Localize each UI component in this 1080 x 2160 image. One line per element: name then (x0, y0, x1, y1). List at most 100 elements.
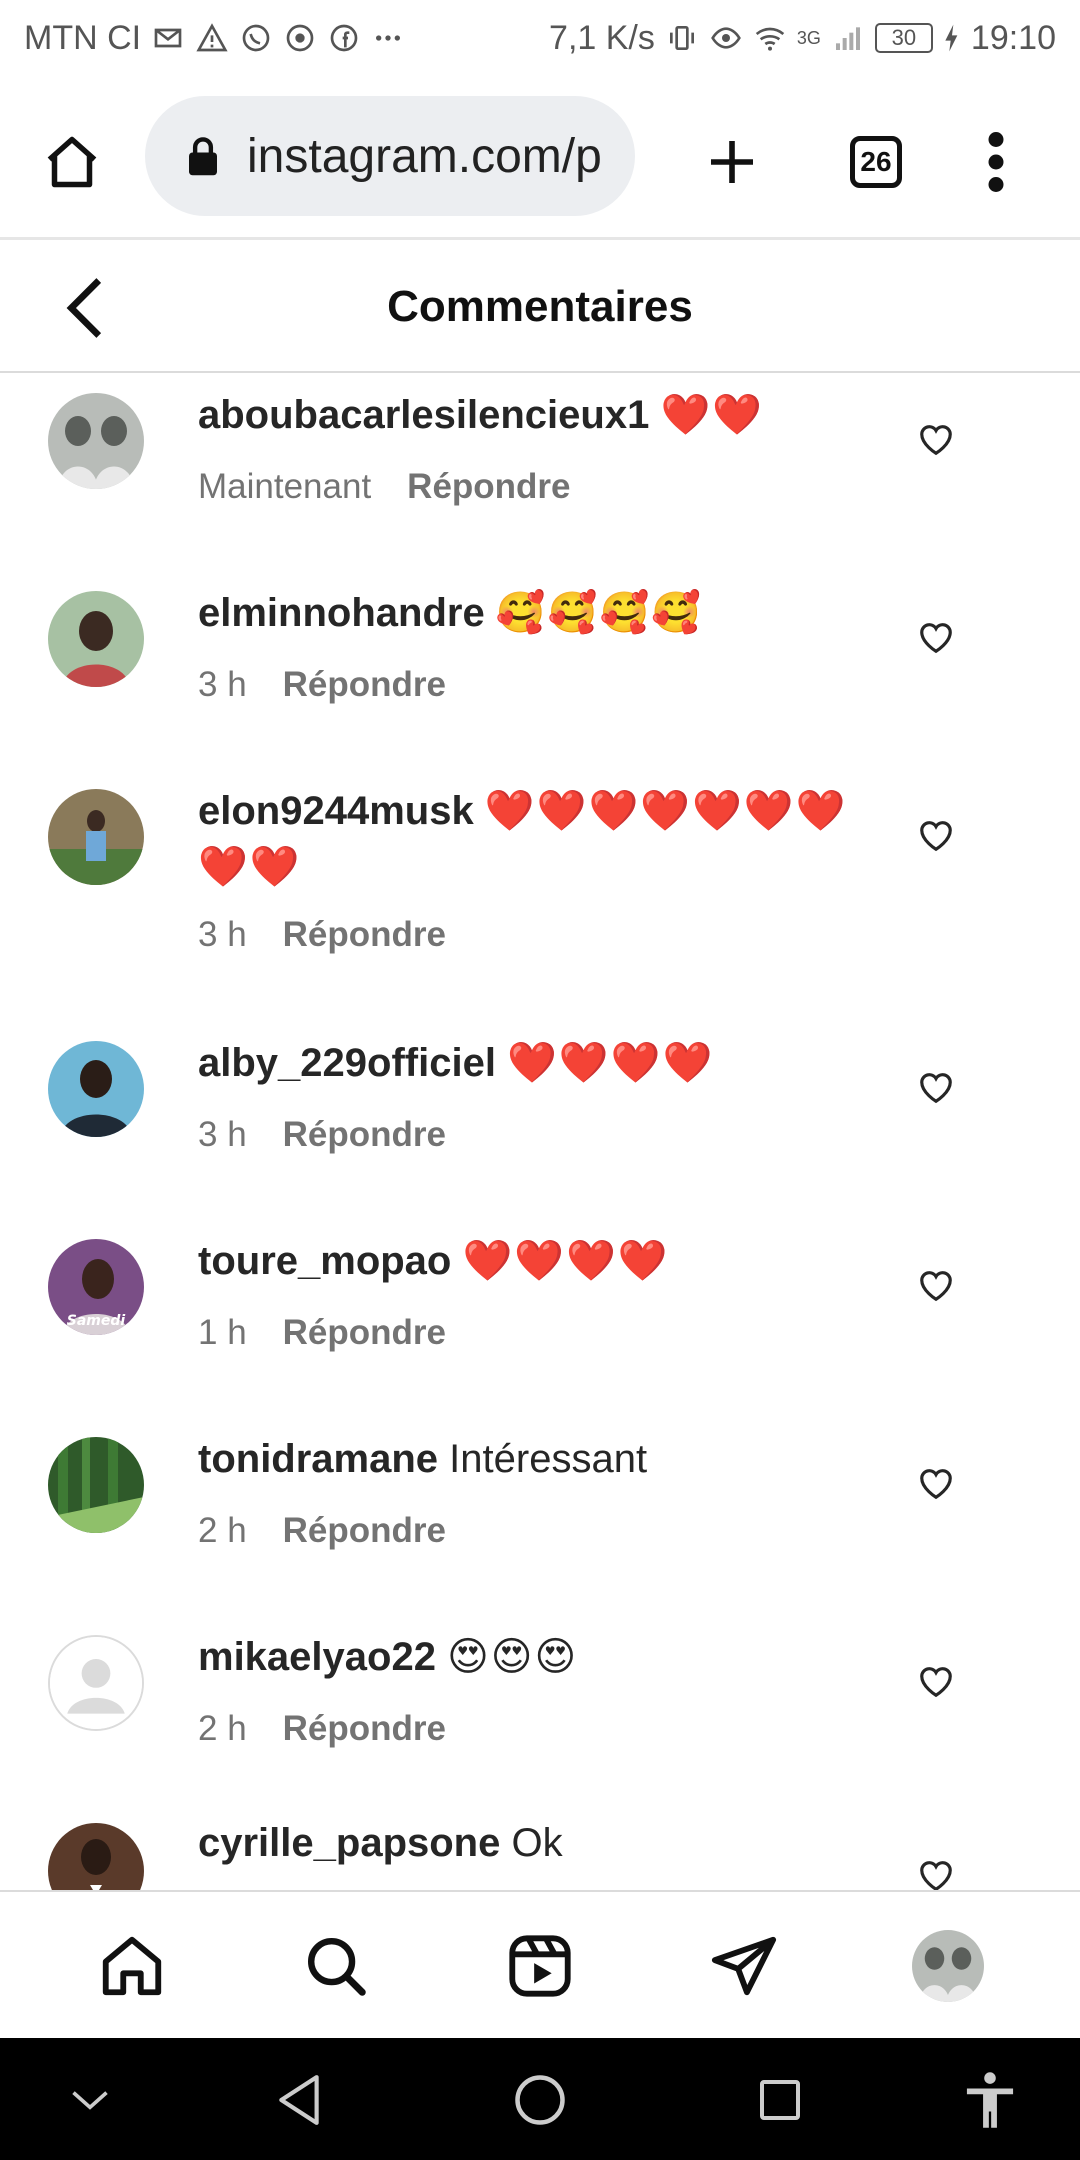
comment-meta: Maintenant Répondre (198, 467, 571, 507)
comment-username[interactable]: mikaelyao22 (198, 1635, 436, 1679)
like-button[interactable] (910, 809, 962, 861)
like-button[interactable] (910, 1259, 962, 1311)
comment-time: 3 h (198, 665, 247, 704)
comments-header: Commentaires (0, 243, 1080, 373)
more-notifications-icon (371, 21, 405, 55)
new-tab-button[interactable] (692, 122, 772, 202)
url-text: instagram.com/p (247, 129, 602, 183)
accessibility-icon (966, 2072, 1014, 2128)
like-button[interactable] (910, 1457, 962, 1509)
avatar[interactable] (48, 591, 144, 687)
avatar[interactable]: Samedi (48, 1239, 144, 1335)
reply-button[interactable]: Répondre (283, 1115, 446, 1155)
address-bar[interactable]: instagram.com/p (145, 96, 635, 216)
comment-meta: 3 h Répondre (198, 1115, 446, 1155)
paper-plane-icon (711, 1936, 777, 1996)
comment-meta: 3 h Répondre (198, 665, 446, 705)
home-icon (102, 1936, 162, 1996)
comment-emoji: ❤️❤️ (660, 393, 765, 437)
instagram-bottom-nav (0, 1890, 1080, 2038)
home-nav-button[interactable] (508, 2068, 572, 2132)
network-type: 3G (796, 27, 821, 48)
like-button[interactable] (910, 611, 962, 663)
avatar[interactable] (48, 1635, 144, 1731)
comment-meta: 2 h Répondre (198, 1709, 446, 1749)
avatar[interactable] (48, 393, 144, 489)
eye-icon (709, 21, 743, 55)
like-button[interactable] (910, 1849, 962, 1890)
reply-button[interactable]: Répondre (407, 467, 570, 507)
home-button[interactable] (34, 124, 110, 200)
reply-button[interactable]: Répondre (283, 1709, 446, 1749)
home-icon (47, 136, 97, 188)
tab-count: 26 (850, 136, 902, 188)
hide-nav-button[interactable] (58, 2068, 122, 2132)
like-button[interactable] (910, 413, 962, 465)
comment-username[interactable]: elminnohandre (198, 591, 485, 635)
nav-profile-button[interactable] (906, 1924, 990, 2008)
like-button[interactable] (910, 1655, 962, 1707)
heart-icon (920, 425, 952, 456)
avatar[interactable] (48, 1823, 144, 1890)
profile-avatar (912, 1930, 984, 2002)
recents-nav-button[interactable] (748, 2068, 812, 2132)
browser-menu-button[interactable] (956, 122, 1036, 202)
comment-text: mikaelyao22 😍😍😍 (198, 1629, 868, 1685)
warning-icon (195, 21, 229, 55)
heart-icon (920, 623, 952, 654)
comment-time: 1 h (198, 1313, 247, 1352)
tab-switcher-button[interactable]: 26 (836, 122, 916, 202)
triangle-back-icon (279, 2075, 319, 2125)
avatar-caption: Samedi (67, 1313, 126, 1329)
nav-reels-button[interactable] (498, 1924, 582, 2008)
reply-button[interactable]: Répondre (283, 1313, 446, 1353)
reply-button[interactable]: Répondre (283, 1511, 446, 1551)
accessibility-button[interactable] (958, 2068, 1022, 2132)
comment-time: Maintenant (198, 467, 372, 506)
page-title: Commentaires (387, 282, 693, 331)
heart-icon (920, 1667, 952, 1698)
like-button[interactable] (910, 1061, 962, 1113)
comments-list[interactable]: aboubacarlesilencieux1 ❤️❤️ Maintenant R… (0, 375, 1080, 1890)
chevron-down-icon (72, 2091, 108, 2110)
avatar[interactable] (48, 1437, 144, 1533)
signal-icon (831, 21, 865, 55)
comment-username[interactable]: cyrille_papsone (198, 1821, 500, 1865)
comment-username[interactable]: aboubacarlesilencieux1 (198, 393, 649, 437)
comment-time: 3 h (198, 915, 247, 954)
nav-search-button[interactable] (294, 1924, 378, 2008)
comment-emoji: 😍😍😍 (447, 1635, 579, 1679)
back-nav-button[interactable] (268, 2068, 332, 2132)
comment-meta: 2 h Répondre (198, 1511, 446, 1551)
avatar[interactable] (48, 1041, 144, 1137)
comment-username[interactable]: toure_mopao (198, 1239, 451, 1283)
reply-button[interactable]: Répondre (283, 665, 446, 705)
heart-icon (920, 1271, 952, 1302)
comment-username[interactable]: elon9244musk (198, 789, 474, 833)
browser-toolbar: instagram.com/p 26 (0, 80, 1080, 240)
comment-meta: 1 h Répondre (198, 1313, 446, 1353)
carrier-label: MTN CI (24, 18, 142, 57)
heart-icon (920, 1469, 952, 1500)
comment-text: cyrille_papsone Ok (198, 1815, 868, 1871)
search-icon (308, 1938, 366, 1996)
chevron-left-icon (66, 278, 102, 338)
lock-icon (189, 137, 217, 176)
comment-username[interactable]: alby_229officiel (198, 1041, 496, 1085)
back-button[interactable] (50, 273, 120, 343)
wifi-icon (753, 21, 787, 55)
nav-direct-button[interactable] (702, 1924, 786, 2008)
nav-home-button[interactable] (90, 1924, 174, 2008)
square-recents-icon (760, 2080, 800, 2120)
charging-icon (943, 21, 961, 55)
heart-icon (920, 821, 952, 852)
avatar[interactable] (48, 789, 144, 885)
plus-icon (711, 141, 753, 183)
comment-text: alby_229officiel ❤️❤️❤️❤️ (198, 1035, 868, 1091)
comment-text: tonidramane Intéressant (198, 1431, 868, 1487)
battery-indicator: 30 (874, 23, 933, 53)
vibrate-icon (665, 21, 699, 55)
reply-button[interactable]: Répondre (283, 915, 446, 955)
comment-username[interactable]: tonidramane (198, 1437, 438, 1481)
comment-time: 2 h (198, 1709, 247, 1748)
